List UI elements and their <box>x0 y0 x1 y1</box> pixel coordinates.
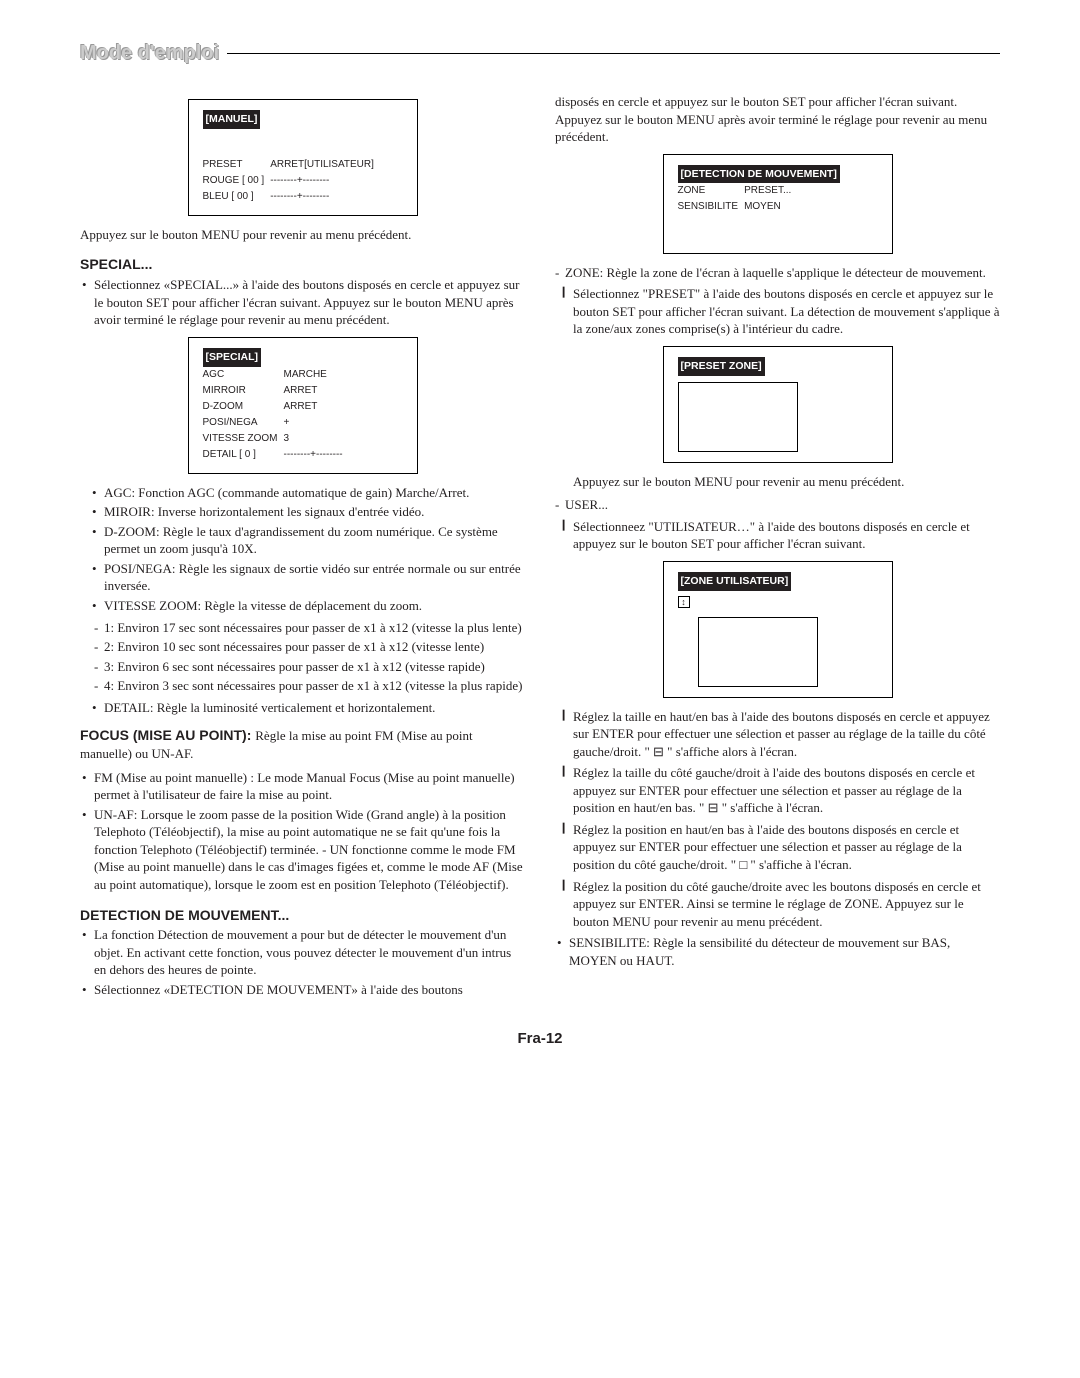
zone-dash: ZONE: Règle la zone de l'écran à laquell… <box>565 264 1000 282</box>
user-step-3: Réglez la position en haut/en bas à l'ai… <box>573 821 1000 874</box>
speed-4: 4: Environ 3 sec sont nécessaires pour p… <box>104 677 525 695</box>
user-step-4: Réglez la position du côté gauche/droite… <box>573 878 1000 931</box>
left-column: [MANUEL] PRESETARRET[UTILISATEUR] ROUGE … <box>80 91 525 1005</box>
special-table: AGCMARCHE MIRROIRARRET D-ZOOMARRET POSI/… <box>203 367 349 463</box>
preset-zone-frame <box>678 382 798 452</box>
arrow-vert-icon: ↕ <box>678 596 690 608</box>
user-zone-frame <box>698 617 818 687</box>
detect-intro: La fonction Détection de mouvement a pou… <box>94 926 525 979</box>
menu-box-detect: [DETECTION DE MOUVEMENT] ZONEPRESET... S… <box>663 154 893 254</box>
content-columns: [MANUEL] PRESETARRET[UTILISATEUR] ROUGE … <box>80 91 1000 1005</box>
special-miroir: MIROIR: Inverse horizontalement les sign… <box>104 503 525 521</box>
user-step-2: Réglez la taille du côté gauche/droit à … <box>573 764 1000 817</box>
zone-bar: Sélectionnez "PRESET" à l'aide des bouto… <box>573 285 1000 338</box>
detect-table: ZONEPRESET... SENSIBILITEMOYEN <box>678 183 798 215</box>
preset-after: Appuyez sur le bouton MENU pour revenir … <box>573 473 1000 491</box>
detect-heading: DETECTION DE MOUVEMENT... <box>80 906 525 925</box>
page-header: Mode d'emploi <box>80 40 1000 67</box>
focus-heading: FOCUS (MISE AU POINT): <box>80 727 255 743</box>
manuel-table: PRESETARRET[UTILISATEUR] ROUGE [ 00 ]---… <box>203 157 380 205</box>
box-title-user: [ZONE UTILISATEUR] <box>678 572 792 591</box>
box-title-detect: [DETECTION DE MOUVEMENT] <box>678 165 840 184</box>
page-number: Fra-12 <box>80 1029 1000 1049</box>
special-detail: DETAIL: Règle la luminosité verticalemen… <box>104 699 525 717</box>
box-title-manuel: [MANUEL] <box>203 110 261 129</box>
menu-box-special: [SPECIAL] AGCMARCHE MIRROIRARRET D-ZOOMA… <box>188 337 418 474</box>
focus-fm: FM (Mise au point manuelle) : Le mode Ma… <box>94 769 525 804</box>
special-vitesse: VITESSE ZOOM: Règle la vitesse de déplac… <box>104 597 525 615</box>
user-dash: USER... <box>565 496 1000 514</box>
special-agc: AGC: Fonction AGC (commande automatique … <box>104 484 525 502</box>
right-top-para: disposés en cercle et appuyez sur le bou… <box>555 93 1000 146</box>
focus-unaf: UN-AF: Lorsque le zoom passe de la posit… <box>94 806 525 894</box>
special-heading: SPECIAL... <box>80 255 525 274</box>
speed-3: 3: Environ 6 sec sont nécessaires pour p… <box>104 658 525 676</box>
page-title: Mode d'emploi <box>80 40 219 67</box>
box-title-preset: [PRESET ZONE] <box>678 357 765 376</box>
right-column: disposés en cercle et appuyez sur le bou… <box>555 91 1000 1005</box>
special-posinega: POSI/NEGA: Règle les signaux de sortie v… <box>104 560 525 595</box>
speed-2: 2: Environ 10 sec sont nécessaires pour … <box>104 638 525 656</box>
menu-box-user: [ZONE UTILISATEUR] ↕ <box>663 561 893 698</box>
menu-box-manuel: [MANUEL] PRESETARRET[UTILISATEUR] ROUGE … <box>188 99 418 216</box>
header-divider <box>227 53 1000 54</box>
user-step-1: Réglez la taille en haut/en bas à l'aide… <box>573 708 1000 761</box>
user-bar: Sélectionneez "UTILISATEUR…" à l'aide de… <box>573 518 1000 553</box>
speed-1: 1: Environ 17 sec sont nécessaires pour … <box>104 619 525 637</box>
box-title-special: [SPECIAL] <box>203 348 262 367</box>
sensibilite-bullet: SENSIBILITE: Règle la sensibilité du dét… <box>569 934 1000 969</box>
special-dzoom: D-ZOOM: Règle le taux d'agrandissement d… <box>104 523 525 558</box>
detect-select: Sélectionnez «DETECTION DE MOUVEMENT» à … <box>94 981 525 999</box>
menu-box-preset: [PRESET ZONE] <box>663 346 893 463</box>
after-manuel-text: Appuyez sur le bouton MENU pour revenir … <box>80 226 525 244</box>
special-intro: Sélectionnez «SPECIAL...» à l'aide des b… <box>94 276 525 329</box>
